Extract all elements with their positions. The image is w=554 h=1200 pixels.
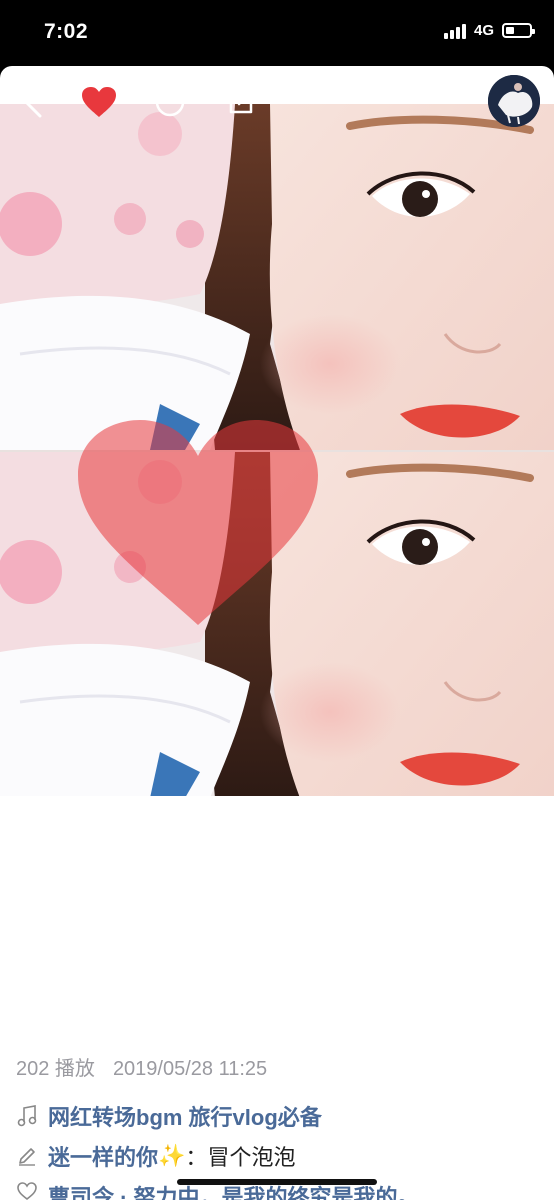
play-count: 202 播放: [16, 1058, 95, 1080]
photo-frame-top: [0, 104, 554, 450]
share-button[interactable]: [223, 84, 259, 120]
heart-icon: [82, 87, 116, 117]
music-note-icon: [16, 1105, 38, 1127]
comment-button[interactable]: [152, 84, 188, 120]
post-meta: 202 播放 2019/05/28 11:25: [16, 1052, 285, 1081]
comment-author-link[interactable]: 迷一样的你: [48, 1140, 158, 1172]
chevron-left-icon: [24, 86, 42, 118]
detail-sheet: 202 播放 2019/05/28 11:25 网红转场bgm 旅行vlog必备 …: [0, 66, 554, 1200]
music-title-link[interactable]: 网红转场bgm 旅行vlog必备: [48, 1100, 322, 1132]
status-time: 7:02: [44, 20, 89, 43]
comment-text: 冒个泡泡: [207, 1145, 296, 1170]
pencil-icon: [16, 1145, 38, 1167]
avatar[interactable]: [488, 75, 540, 127]
post-timestamp: 2019/05/28 11:25: [112, 1058, 268, 1080]
network-label: 4G: [473, 22, 494, 39]
like-button[interactable]: [81, 84, 117, 120]
battery-icon: [502, 23, 535, 38]
status-indicators: 4G: [443, 22, 535, 39]
music-row[interactable]: 网红转场bgm 旅行vlog必备: [16, 1100, 322, 1132]
home-indicator[interactable]: [177, 1179, 377, 1185]
heart-outline-icon: [16, 1180, 38, 1200]
status-bar: 7:02 4G: [0, 0, 554, 66]
circle-icon: [155, 87, 185, 117]
like-heart-overlay-icon: [78, 420, 318, 625]
top-nav: [0, 66, 554, 140]
photo[interactable]: [0, 104, 554, 796]
signal-icon: [443, 23, 466, 39]
comment-row: 迷一样的你 ✨ ： 冒个泡泡: [16, 1140, 295, 1172]
sparkle-emoji: ✨: [158, 1143, 186, 1168]
share-icon: [229, 89, 254, 114]
back-button[interactable]: [14, 84, 50, 120]
comment-separator: ：: [185, 1145, 208, 1170]
